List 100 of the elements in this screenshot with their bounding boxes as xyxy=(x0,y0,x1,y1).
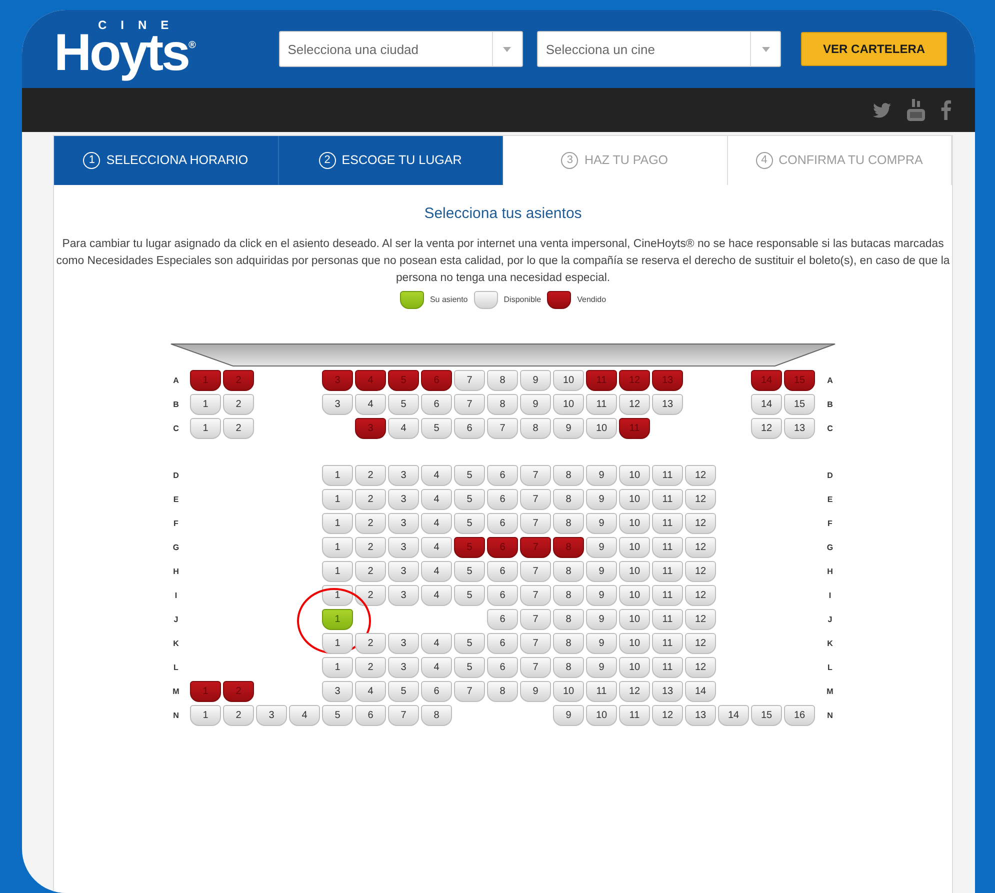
available-seat[interactable]: 5 xyxy=(454,465,485,486)
available-seat[interactable]: 9 xyxy=(586,585,617,606)
available-seat[interactable]: 5 xyxy=(454,489,485,510)
available-seat[interactable]: 12 xyxy=(619,394,650,415)
available-seat[interactable]: 11 xyxy=(586,394,617,415)
available-seat[interactable]: 9 xyxy=(520,370,551,391)
available-seat[interactable]: 10 xyxy=(619,561,650,582)
available-seat[interactable]: 13 xyxy=(685,705,716,726)
available-seat[interactable]: 3 xyxy=(322,681,353,702)
selected-seat[interactable]: 1 xyxy=(322,609,353,630)
available-seat[interactable]: 11 xyxy=(652,537,683,558)
available-seat[interactable]: 14 xyxy=(718,705,749,726)
available-seat[interactable]: 8 xyxy=(421,705,452,726)
available-seat[interactable]: 10 xyxy=(619,513,650,534)
available-seat[interactable]: 10 xyxy=(586,418,617,439)
available-seat[interactable]: 6 xyxy=(454,418,485,439)
billboard-button[interactable]: VER CARTELERA xyxy=(801,32,948,66)
available-seat[interactable]: 11 xyxy=(652,561,683,582)
available-seat[interactable]: 6 xyxy=(487,657,518,678)
available-seat[interactable]: 12 xyxy=(685,561,716,582)
available-seat[interactable]: 2 xyxy=(355,657,386,678)
available-seat[interactable]: 4 xyxy=(388,418,419,439)
available-seat[interactable]: 14 xyxy=(685,681,716,702)
available-seat[interactable]: 10 xyxy=(619,489,650,510)
available-seat[interactable]: 12 xyxy=(685,489,716,510)
available-seat[interactable]: 12 xyxy=(685,465,716,486)
available-seat[interactable]: 10 xyxy=(553,394,584,415)
available-seat[interactable]: 1 xyxy=(190,418,221,439)
available-seat[interactable]: 9 xyxy=(520,394,551,415)
available-seat[interactable]: 6 xyxy=(487,513,518,534)
available-seat[interactable]: 2 xyxy=(355,633,386,654)
available-seat[interactable]: 4 xyxy=(289,705,320,726)
available-seat[interactable]: 3 xyxy=(388,633,419,654)
available-seat[interactable]: 6 xyxy=(487,465,518,486)
available-seat[interactable]: 12 xyxy=(685,609,716,630)
available-seat[interactable]: 11 xyxy=(652,489,683,510)
available-seat[interactable]: 12 xyxy=(751,418,782,439)
available-seat[interactable]: 10 xyxy=(619,537,650,558)
available-seat[interactable]: 4 xyxy=(355,394,386,415)
available-seat[interactable]: 9 xyxy=(586,609,617,630)
available-seat[interactable]: 2 xyxy=(355,585,386,606)
available-seat[interactable]: 4 xyxy=(421,489,452,510)
f-icon[interactable] xyxy=(941,100,951,120)
available-seat[interactable]: 10 xyxy=(619,657,650,678)
bird-icon[interactable] xyxy=(873,102,891,118)
available-seat[interactable]: 1 xyxy=(322,513,353,534)
available-seat[interactable]: 8 xyxy=(553,657,584,678)
available-seat[interactable]: 9 xyxy=(586,561,617,582)
available-seat[interactable]: 1 xyxy=(190,705,221,726)
available-seat[interactable]: 1 xyxy=(322,561,353,582)
available-seat[interactable]: 6 xyxy=(487,489,518,510)
available-seat[interactable]: 4 xyxy=(421,537,452,558)
available-seat[interactable]: 9 xyxy=(586,489,617,510)
available-seat[interactable]: 1 xyxy=(322,465,353,486)
available-seat[interactable]: 15 xyxy=(751,705,782,726)
available-seat[interactable]: 2 xyxy=(223,418,254,439)
available-seat[interactable]: 8 xyxy=(520,418,551,439)
available-seat[interactable]: 6 xyxy=(487,609,518,630)
available-seat[interactable]: 9 xyxy=(586,513,617,534)
available-seat[interactable]: 8 xyxy=(487,370,518,391)
available-seat[interactable]: 12 xyxy=(685,657,716,678)
available-seat[interactable]: 2 xyxy=(355,465,386,486)
available-seat[interactable]: 13 xyxy=(652,394,683,415)
available-seat[interactable]: 7 xyxy=(487,418,518,439)
available-seat[interactable]: 7 xyxy=(520,609,551,630)
available-seat[interactable]: 5 xyxy=(322,705,353,726)
available-seat[interactable]: 11 xyxy=(652,657,683,678)
available-seat[interactable]: 3 xyxy=(388,465,419,486)
available-seat[interactable]: 5 xyxy=(454,585,485,606)
available-seat[interactable]: 6 xyxy=(487,633,518,654)
available-seat[interactable]: 11 xyxy=(652,465,683,486)
available-seat[interactable]: 3 xyxy=(388,561,419,582)
available-seat[interactable]: 5 xyxy=(388,681,419,702)
available-seat[interactable]: 4 xyxy=(421,561,452,582)
available-seat[interactable]: 7 xyxy=(520,513,551,534)
available-seat[interactable]: 1 xyxy=(322,657,353,678)
available-seat[interactable]: 8 xyxy=(553,585,584,606)
available-seat[interactable]: 4 xyxy=(421,465,452,486)
available-seat[interactable]: 5 xyxy=(388,394,419,415)
available-seat[interactable]: 7 xyxy=(520,489,551,510)
available-seat[interactable]: 9 xyxy=(586,633,617,654)
available-seat[interactable]: 2 xyxy=(355,537,386,558)
available-seat[interactable]: 16 xyxy=(784,705,815,726)
available-seat[interactable]: 10 xyxy=(553,681,584,702)
available-seat[interactable]: 10 xyxy=(553,370,584,391)
available-seat[interactable]: 8 xyxy=(553,633,584,654)
available-seat[interactable]: 6 xyxy=(421,681,452,702)
available-seat[interactable]: 9 xyxy=(586,657,617,678)
available-seat[interactable]: 2 xyxy=(355,561,386,582)
available-seat[interactable]: 11 xyxy=(586,681,617,702)
available-seat[interactable]: 6 xyxy=(421,394,452,415)
available-seat[interactable]: 1 xyxy=(322,633,353,654)
available-seat[interactable]: 3 xyxy=(388,657,419,678)
available-seat[interactable]: 2 xyxy=(223,705,254,726)
available-seat[interactable]: 7 xyxy=(388,705,419,726)
available-seat[interactable]: 5 xyxy=(454,513,485,534)
available-seat[interactable]: 4 xyxy=(421,585,452,606)
available-seat[interactable]: 12 xyxy=(685,633,716,654)
available-seat[interactable]: 5 xyxy=(454,633,485,654)
available-seat[interactable]: 7 xyxy=(454,681,485,702)
